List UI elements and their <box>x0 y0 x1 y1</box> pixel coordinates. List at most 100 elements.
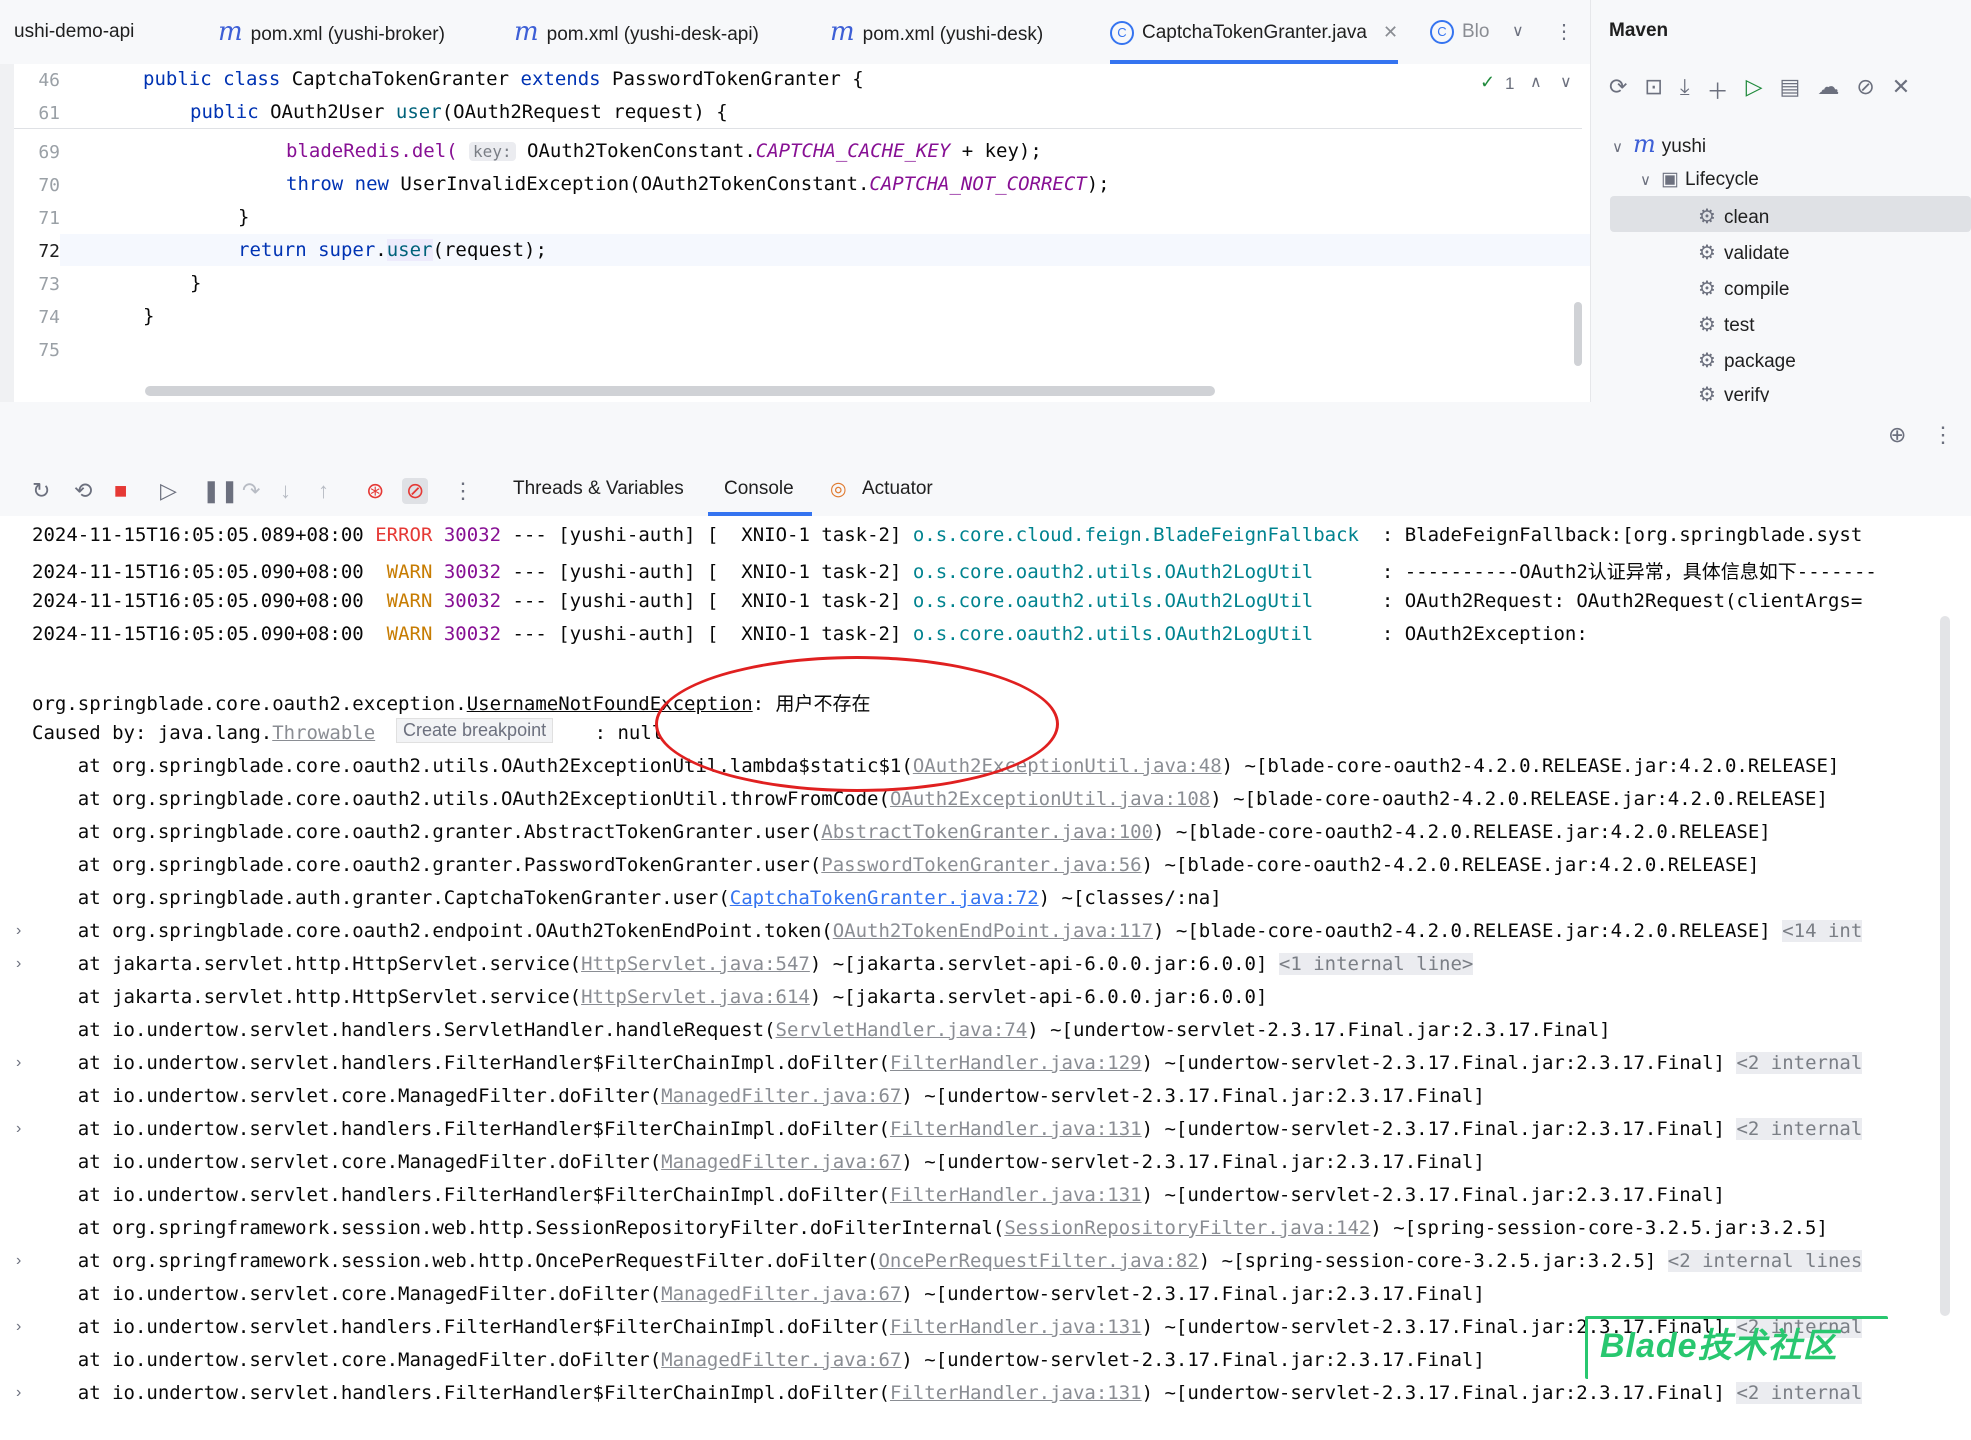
mute-breakpoints-icon[interactable]: ⊘ <box>402 478 429 504</box>
log-logger[interactable]: o.s.core.oauth2.utils.OAuth2LogUtil <box>913 623 1359 645</box>
stack-frame[interactable]: at org.springblade.core.oauth2.endpoint.… <box>32 920 1863 942</box>
internal-lines-badge[interactable]: <2 internal lines <box>1667 1250 1863 1272</box>
frame-source-link[interactable]: CaptchaTokenGranter.java:72 <box>730 887 1039 909</box>
frame-source-link[interactable]: OAuth2TokenEndPoint.java:117 <box>833 920 1153 942</box>
stack-frame[interactable]: at io.undertow.servlet.handlers.FilterHa… <box>32 1118 1863 1140</box>
frame-source-link[interactable]: AbstractTokenGranter.java:100 <box>821 821 1153 843</box>
frame-source-link[interactable]: PasswordTokenGranter.java:56 <box>821 854 1141 876</box>
frame-source-link[interactable]: FilterHandler.java:131 <box>890 1184 1142 1206</box>
internal-lines-badge[interactable]: <1 internal line> <box>1278 953 1474 975</box>
internal-lines-badge[interactable]: <2 internal <box>1736 1382 1863 1404</box>
tab-pom-yushi-desk-api[interactable]: m pom.xml (yushi-desk-api) <box>514 0 759 64</box>
more-options-icon[interactable]: ⋮ <box>452 478 474 504</box>
frame-source-link[interactable]: HttpServlet.java:547 <box>581 953 810 975</box>
reload-icon[interactable]: ⟳ <box>1609 74 1627 106</box>
internal-lines-badge[interactable]: <14 int <box>1782 920 1863 942</box>
tab-ushi-demo-api[interactable]: ushi-demo-api <box>14 0 134 64</box>
frame-source-link[interactable]: FilterHandler.java:131 <box>890 1382 1142 1404</box>
console-vertical-scrollbar[interactable] <box>1940 616 1950 1316</box>
resume-icon[interactable]: ▷ <box>160 478 177 504</box>
stack-frame[interactable]: at io.undertow.servlet.core.ManagedFilte… <box>32 1085 1485 1107</box>
frame-source-link[interactable]: ManagedFilter.java:67 <box>661 1283 901 1305</box>
expand-chevron-icon[interactable]: › <box>16 1318 21 1336</box>
tab-captcha-token-granter[interactable]: C CaptchaTokenGranter.java ✕ <box>1110 0 1399 64</box>
maven-lifecycle-node[interactable]: ∨ ▣ Lifecycle <box>1640 168 1759 191</box>
step-out-icon[interactable]: ↑ <box>318 478 329 504</box>
frame-source-link[interactable]: FilterHandler.java:129 <box>890 1052 1142 1074</box>
log-logger[interactable]: o.s.core.oauth2.utils.OAuth2LogUtil <box>913 590 1359 612</box>
caused-by-line[interactable]: Caused by: java.lang.Throwable : null <box>32 722 663 744</box>
chevron-up-icon[interactable]: ∧ <box>1530 72 1542 92</box>
expand-chevron-icon[interactable]: › <box>16 955 21 973</box>
frame-source-link[interactable]: OAuth2ExceptionUtil.java:108 <box>890 788 1210 810</box>
editor-vertical-scrollbar[interactable] <box>1574 302 1582 366</box>
chevron-down-icon[interactable]: ∨ <box>1560 72 1572 92</box>
code-line-69[interactable]: bladeRedis.del( key: OAuth2TokenConstant… <box>286 140 1042 162</box>
stack-frame[interactable]: at io.undertow.servlet.core.ManagedFilte… <box>32 1151 1485 1173</box>
code-line-61[interactable]: public OAuth2User user(OAuth2Request req… <box>190 101 728 123</box>
restart-icon[interactable]: ⟲ <box>74 478 92 504</box>
more-options-icon[interactable]: ⋮ <box>1932 422 1954 448</box>
chevron-down-icon[interactable]: ∨ <box>1512 0 1524 64</box>
maven-goal-validate[interactable]: ⚙ validate <box>1698 240 1789 265</box>
close-icon[interactable]: ✕ <box>1383 22 1398 42</box>
stack-frame[interactable]: at jakarta.servlet.http.HttpServlet.serv… <box>32 986 1268 1008</box>
code-line-74[interactable]: } <box>143 305 154 327</box>
log-line[interactable]: 2024-11-15T16:05:05.090+08:00 WARN 30032… <box>32 557 1877 584</box>
stack-frame[interactable]: at org.springblade.auth.granter.CaptchaT… <box>32 887 1222 909</box>
tab-pom-yushi-desk[interactable]: m pom.xml (yushi-desk) <box>830 0 1043 64</box>
maven-goal-test[interactable]: ⚙ test <box>1698 312 1755 337</box>
tab-threads-variables[interactable]: Threads & Variables <box>513 478 684 500</box>
expand-chevron-icon[interactable]: › <box>16 1252 21 1270</box>
download-icon[interactable]: ⤓ <box>1680 74 1690 106</box>
frame-source-link[interactable]: ManagedFilter.java:67 <box>661 1349 901 1371</box>
stack-frame[interactable]: at jakarta.servlet.http.HttpServlet.serv… <box>32 953 1474 975</box>
rerun-icon[interactable]: ↻ <box>32 478 50 504</box>
pause-icon[interactable]: ❚❚ <box>202 478 239 504</box>
step-into-icon[interactable]: ↓ <box>280 478 291 504</box>
log-logger[interactable]: o.s.core.oauth2.utils.OAuth2LogUtil <box>913 561 1359 583</box>
frame-source-link[interactable]: FilterHandler.java:131 <box>890 1118 1142 1140</box>
frame-source-link[interactable]: FilterHandler.java:131 <box>890 1316 1142 1338</box>
frame-source-link[interactable]: OncePerRequestFilter.java:82 <box>878 1250 1198 1272</box>
add-icon[interactable]: ＋ <box>1707 74 1729 106</box>
maven-goal-compile[interactable]: ⚙ compile <box>1698 276 1789 301</box>
frame-source-link[interactable]: ServletHandler.java:74 <box>776 1019 1028 1041</box>
chevron-down-icon[interactable]: ∨ <box>1640 172 1651 189</box>
more-options-icon[interactable]: ⋮ <box>1554 0 1574 64</box>
stack-frame[interactable]: at io.undertow.servlet.handlers.FilterHa… <box>32 1052 1863 1074</box>
view-breakpoints-icon[interactable]: ⊛ <box>366 478 384 504</box>
frame-source-link[interactable]: HttpServlet.java:614 <box>581 986 810 1008</box>
execute-goal-icon[interactable]: ▤ <box>1780 74 1801 106</box>
tab-console[interactable]: Console <box>724 478 794 500</box>
expand-chevron-icon[interactable]: › <box>16 1120 21 1138</box>
code-line-46[interactable]: public class CaptchaTokenGranter extends… <box>143 68 864 90</box>
maven-tree-root[interactable]: ∨ m yushi <box>1612 130 1706 158</box>
expand-chevron-icon[interactable]: › <box>16 1384 21 1402</box>
stack-frame[interactable]: at org.springblade.core.oauth2.granter.P… <box>32 854 1760 876</box>
expand-chevron-icon[interactable]: › <box>16 922 21 940</box>
collapse-icon[interactable]: ✕ <box>1892 74 1910 106</box>
frame-source-link[interactable]: SessionRepositoryFilter.java:142 <box>1004 1217 1370 1239</box>
editor-horizontal-scrollbar[interactable] <box>145 386 1215 396</box>
tab-actuator[interactable]: Actuator <box>862 478 933 500</box>
throwable-link[interactable]: Throwable <box>272 722 375 744</box>
inspection-check-icon[interactable]: ✓ <box>1480 72 1495 93</box>
frame-source-link[interactable]: ManagedFilter.java:67 <box>661 1085 901 1107</box>
log-line[interactable]: 2024-11-15T16:05:05.089+08:00 ERROR 3003… <box>32 524 1862 546</box>
log-logger[interactable]: o.s.core.cloud.feign.BladeFeignFallback <box>913 524 1359 546</box>
expand-chevron-icon[interactable]: › <box>16 1054 21 1072</box>
reload-folder-icon[interactable]: ⊡ <box>1644 74 1662 106</box>
maven-goal-package[interactable]: ⚙ package <box>1698 348 1796 373</box>
stack-frame[interactable]: at org.springframework.session.web.http.… <box>32 1217 1828 1239</box>
chevron-down-icon[interactable]: ∨ <box>1612 139 1623 156</box>
maven-goal-verify[interactable]: ⚙ verify <box>1698 382 1769 402</box>
stack-frame[interactable]: at io.undertow.servlet.handlers.ServletH… <box>32 1019 1611 1041</box>
code-line-71[interactable]: } <box>238 206 249 228</box>
code-line-73[interactable]: } <box>190 272 201 294</box>
create-breakpoint-tooltip[interactable]: Create breakpoint <box>396 718 554 743</box>
maven-goal-clean[interactable]: ⚙ clean <box>1698 204 1769 229</box>
tab-pom-yushi-broker[interactable]: m pom.xml (yushi-broker) <box>218 0 445 64</box>
crosshair-icon[interactable]: ⊕ <box>1888 422 1906 448</box>
code-line-70[interactable]: throw new UserInvalidException(OAuth2Tok… <box>286 173 1110 195</box>
